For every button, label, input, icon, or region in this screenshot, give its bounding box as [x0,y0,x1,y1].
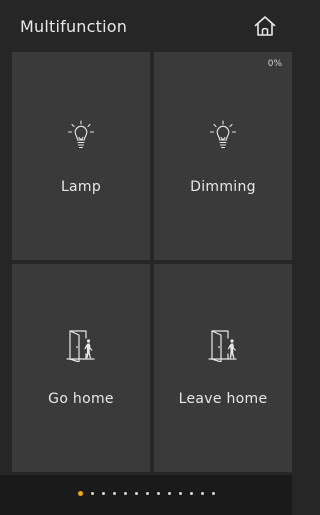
page-dot[interactable] [200,492,204,495]
lightbulb-icon [67,120,95,154]
page-dot[interactable] [123,492,127,495]
header-bar: Multifunction [0,0,292,54]
leave-home-tile[interactable]: Leave home [154,264,292,472]
home-button[interactable] [248,11,282,45]
page-dot[interactable] [145,492,149,495]
home-icon [253,14,277,42]
page-dot[interactable] [167,492,171,495]
door-exit-icon [208,328,238,366]
multifunction-screen: Multifunction Lamp 0% Dimming Go home Le… [0,0,292,515]
page-dot[interactable] [156,492,160,495]
lamp-tile[interactable]: Lamp [12,52,150,260]
page-dot-active[interactable] [77,491,83,496]
page-dot[interactable] [90,492,94,495]
page-dot[interactable] [211,492,215,495]
tile-label: Lamp [60,179,102,195]
function-grid: Lamp 0% Dimming Go home Leave home [12,52,292,472]
tile-label: Dimming [190,179,256,195]
lightbulb-icon [209,120,237,154]
tile-label: Leave home [178,391,268,407]
go-home-tile[interactable]: Go home [12,264,150,472]
dimming-tile[interactable]: 0% Dimming [154,52,292,260]
tile-label: Go home [48,391,114,407]
dimming-value: 0% [267,59,282,69]
page-indicator-bar [0,475,292,515]
page-dot[interactable] [112,492,116,495]
page-dot[interactable] [134,492,138,495]
page-title: Multifunction [20,17,128,36]
page-dot[interactable] [178,492,182,495]
page-dot[interactable] [101,492,105,495]
door-enter-icon [66,328,96,366]
page-indicator [0,491,292,496]
page-dot[interactable] [189,492,193,495]
